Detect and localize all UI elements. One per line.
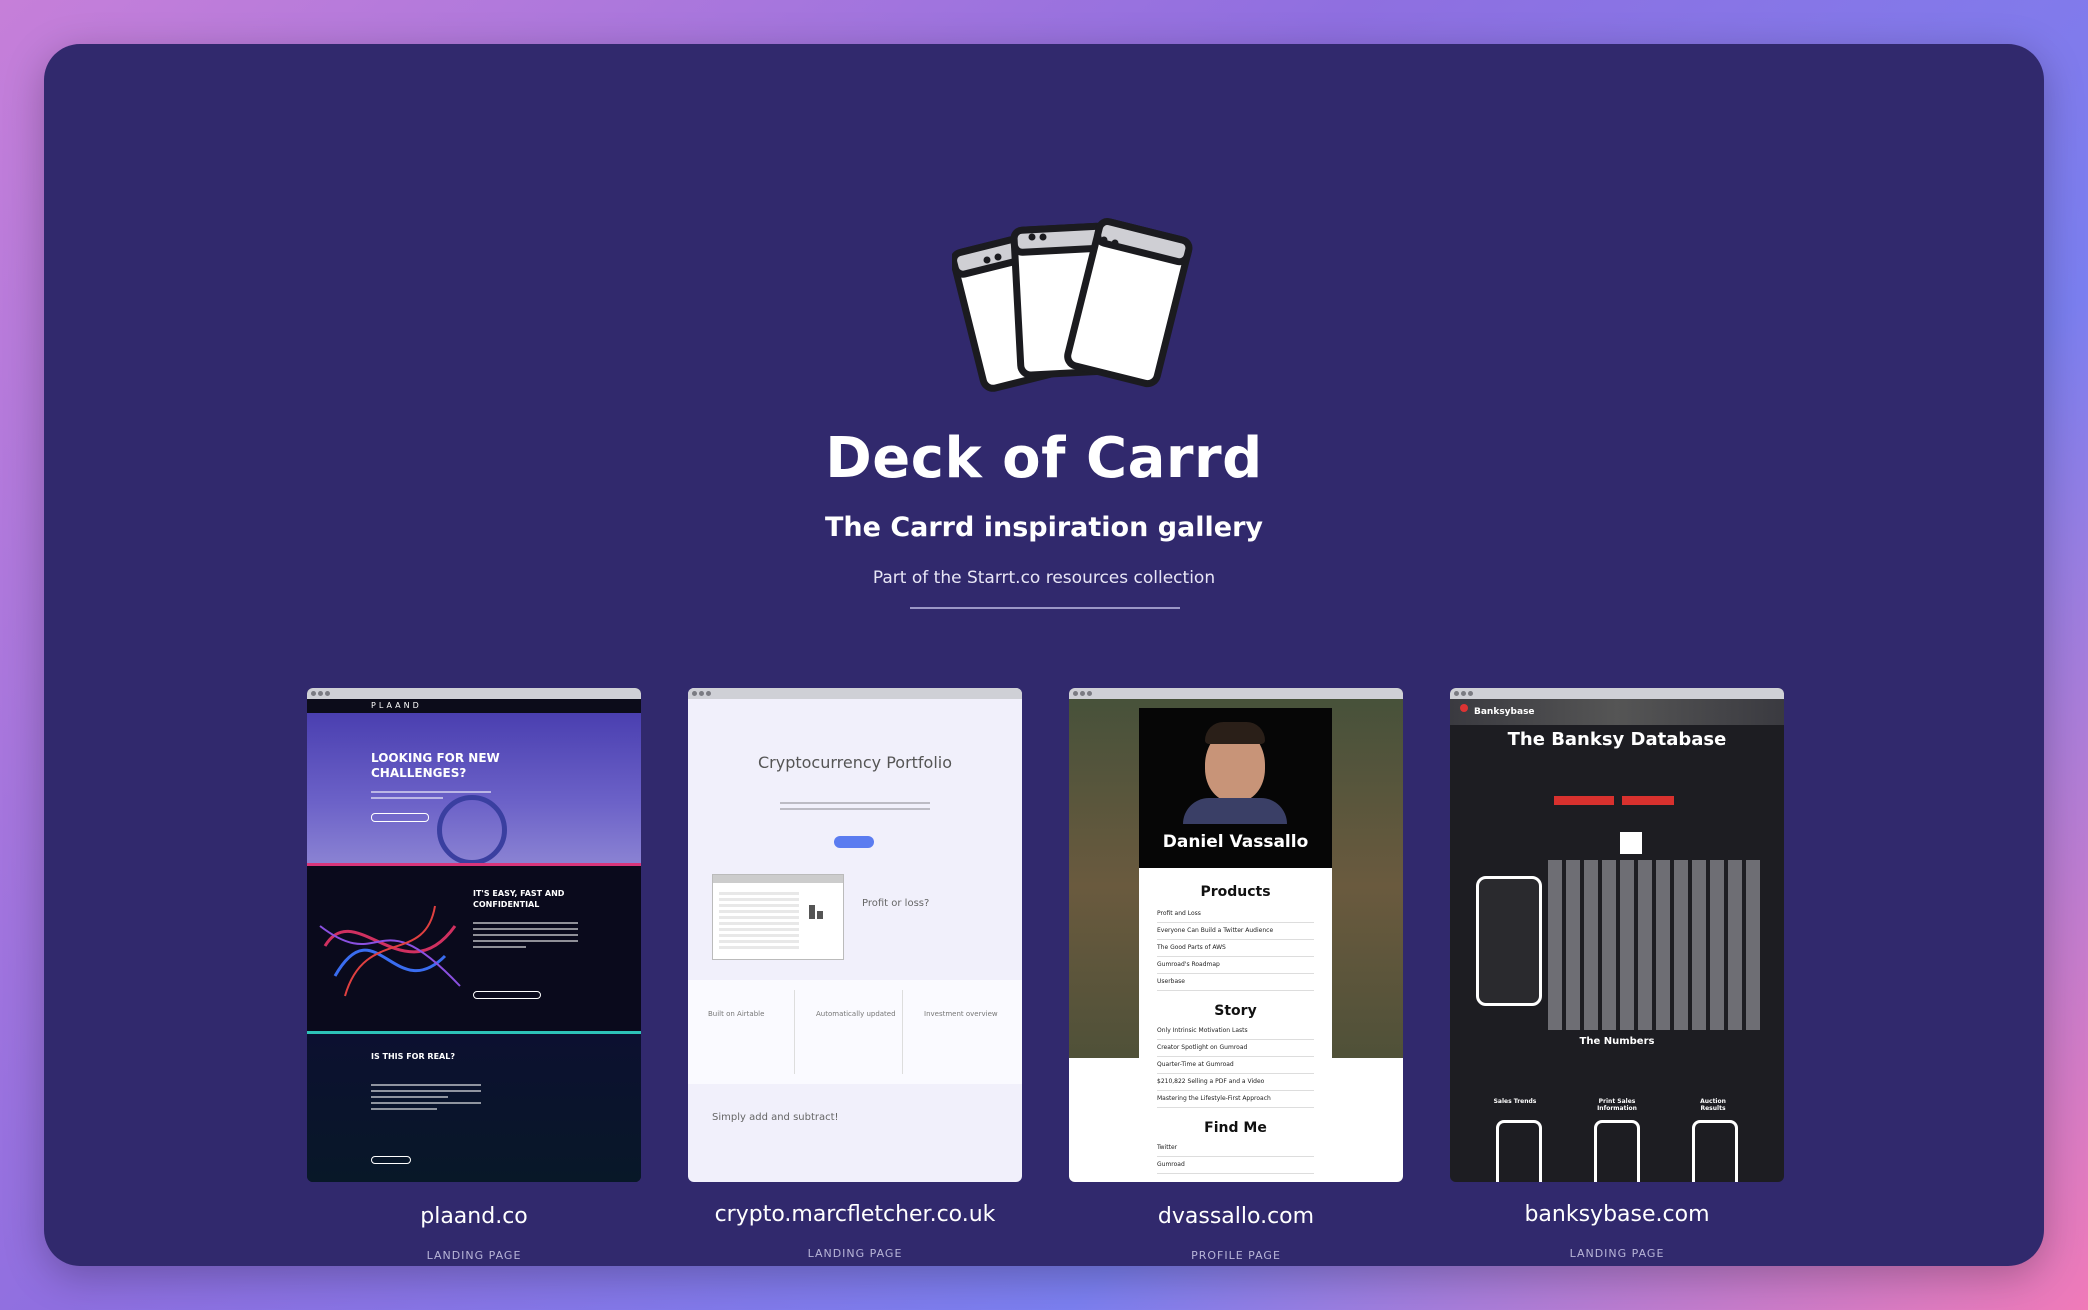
qr-code-icon xyxy=(1620,832,1642,854)
card-thumbnail[interactable]: PLAAND LOOKING FOR NEW CHALLENGES? IT'S … xyxy=(307,688,641,1182)
phone-mockup xyxy=(1476,876,1542,1006)
preview-heading: The Banksy Database xyxy=(1507,729,1727,750)
card-type-label: LANDING PAGE xyxy=(1569,1247,1665,1260)
profile-panel: Daniel Vassallo Products Profit and Loss… xyxy=(1139,708,1332,1182)
card-thumbnail[interactable]: Banksybase The Banksy Database The Numbe… xyxy=(1450,688,1784,1182)
card-site-name[interactable]: banksybase.com xyxy=(1450,1202,1784,1227)
findme-list: Twitter Gumroad xyxy=(1157,1140,1314,1174)
preview-brand: PLAAND xyxy=(307,699,641,713)
browser-bar xyxy=(1450,688,1784,699)
preview-question: Profit or loss? xyxy=(862,898,930,909)
preview-footer: Simply add and subtract! xyxy=(712,1112,839,1123)
gallery-card-plaand[interactable]: PLAAND LOOKING FOR NEW CHALLENGES? IT'S … xyxy=(307,688,641,1262)
phone-mockup xyxy=(1496,1120,1542,1182)
phone-mockup xyxy=(1692,1120,1738,1182)
card-type-label: PROFILE PAGE xyxy=(1191,1249,1281,1262)
deck-of-cards-logo xyxy=(952,218,1193,392)
preview-cta-button xyxy=(834,836,874,848)
gallery-card-crypto[interactable]: Cryptocurrency Portfolio Profit or loss?… xyxy=(688,688,1022,1260)
gallery-card-banksybase[interactable]: Banksybase The Banksy Database The Numbe… xyxy=(1450,688,1784,1260)
card-type-label: LANDING PAGE xyxy=(807,1247,903,1260)
preview-section-2: IT'S EASY, FAST AND CONFIDENTIAL xyxy=(307,863,641,1031)
page-tagline: Part of the Starrt.co resources collecti… xyxy=(872,568,1216,588)
preview-heading: Cryptocurrency Portfolio xyxy=(757,753,953,772)
preview-hero: LOOKING FOR NEW CHALLENGES? xyxy=(307,713,641,865)
browser-bar xyxy=(307,688,641,699)
gallery-card-dvassallo[interactable]: Daniel Vassallo Products Profit and Loss… xyxy=(1069,688,1403,1262)
browser-bar xyxy=(688,688,1022,699)
abstract-light-art xyxy=(319,905,461,997)
card-site-name[interactable]: plaand.co xyxy=(307,1204,641,1229)
card-thumbnail[interactable]: Cryptocurrency Portfolio Profit or loss?… xyxy=(688,688,1022,1182)
card-thumbnail[interactable]: Daniel Vassallo Products Profit and Loss… xyxy=(1069,688,1403,1182)
main-window: Deck of Carrd The Carrd inspiration gall… xyxy=(44,44,2044,1266)
profile-name: Daniel Vassallo xyxy=(1162,832,1309,852)
preview-section-3: IS THIS FOR REAL? xyxy=(307,1031,641,1182)
story-list: Only Intrinsic Motivation Lasts Creator … xyxy=(1157,1023,1314,1108)
preview-features: Built on Airtable Automatically updated … xyxy=(688,980,1022,1084)
page-subtitle: The Carrd inspiration gallery xyxy=(824,512,1264,543)
card-site-name[interactable]: dvassallo.com xyxy=(1069,1204,1403,1229)
browser-bar xyxy=(1069,688,1403,699)
header-divider xyxy=(910,607,1180,609)
profile-photo: Daniel Vassallo xyxy=(1139,708,1332,868)
artwork-grid xyxy=(1548,860,1764,1030)
card-site-name[interactable]: crypto.marcfletcher.co.uk xyxy=(688,1202,1022,1227)
products-list: Profit and Loss Everyone Can Build a Twi… xyxy=(1157,906,1314,991)
card-type-label: LANDING PAGE xyxy=(426,1249,522,1262)
phone-mockup xyxy=(1594,1120,1640,1182)
page-title: Deck of Carrd xyxy=(825,426,1263,491)
preview-nav: Banksybase xyxy=(1450,699,1784,725)
preview-screenshot xyxy=(712,874,844,960)
